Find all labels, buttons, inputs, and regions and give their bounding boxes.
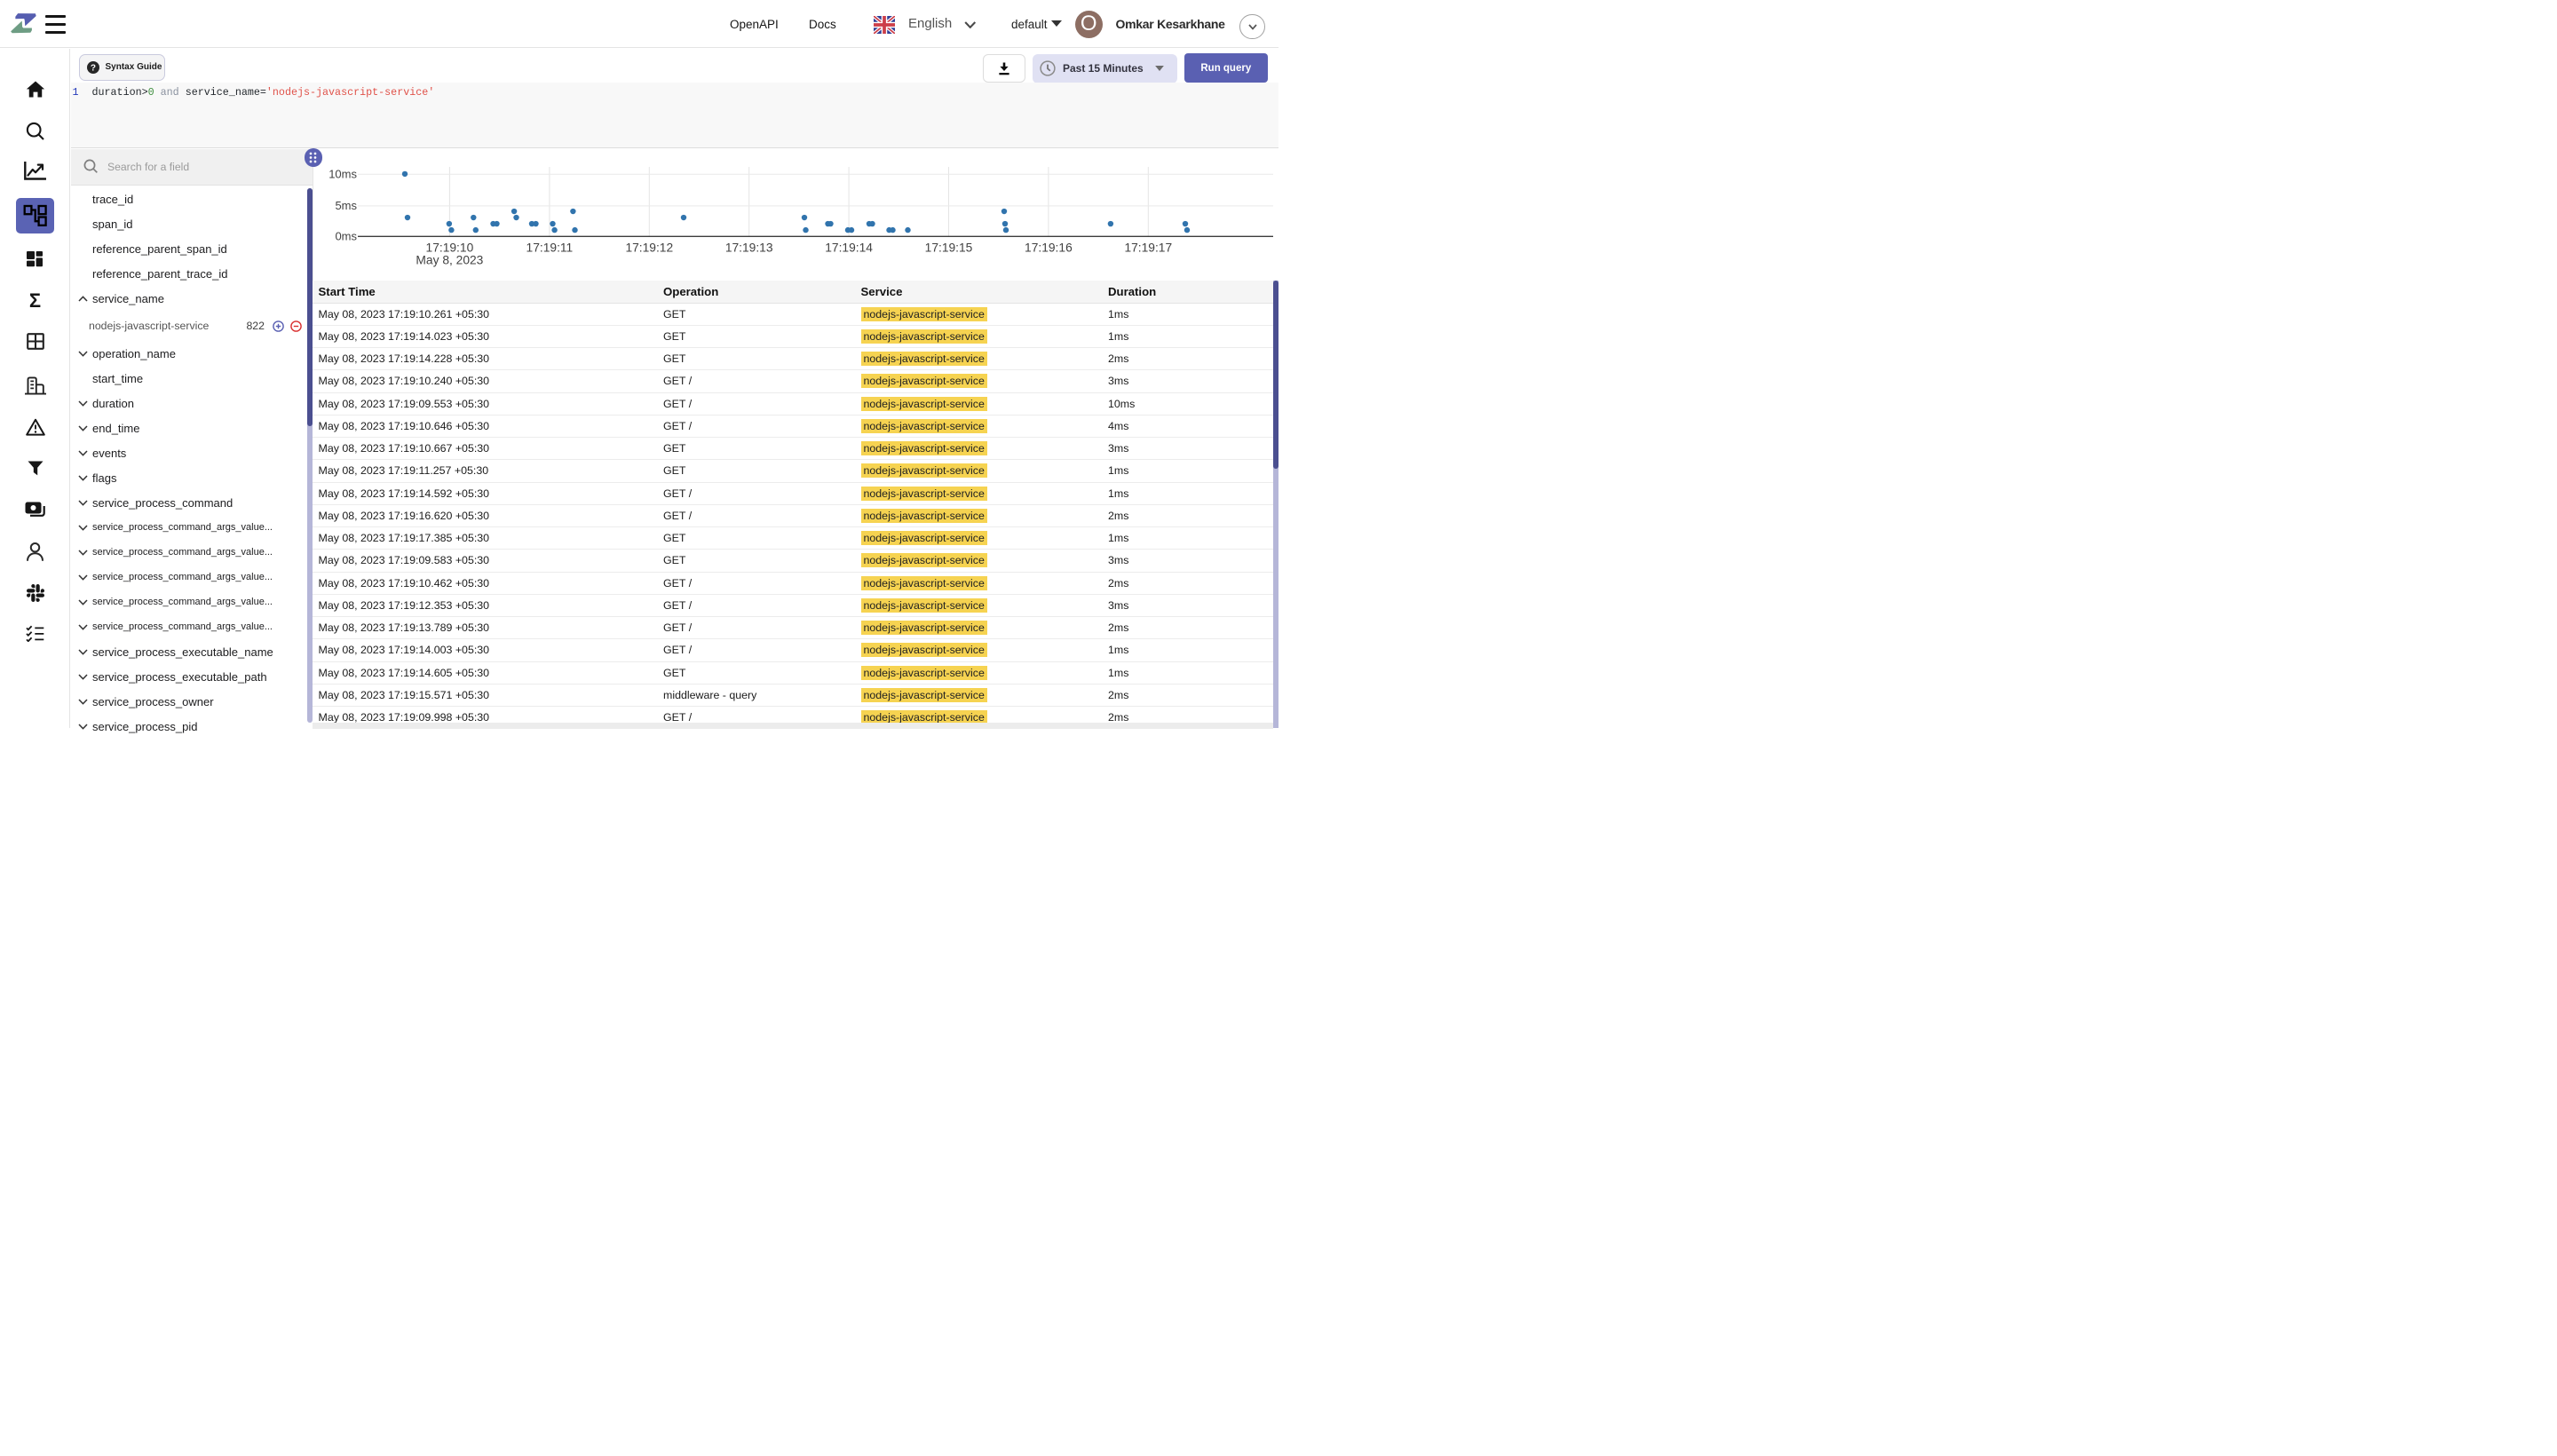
svg-text:10ms: 10ms bbox=[329, 168, 357, 181]
svg-text:17:19:10: 17:19:10 bbox=[426, 241, 474, 255]
svg-text:17:19:13: 17:19:13 bbox=[725, 241, 773, 255]
svg-text:17:19:16: 17:19:16 bbox=[1025, 241, 1073, 255]
svg-text:17:19:15: 17:19:15 bbox=[925, 241, 973, 255]
svg-text:17:19:11: 17:19:11 bbox=[526, 241, 574, 255]
svg-text:0ms: 0ms bbox=[335, 230, 357, 243]
svg-text:5ms: 5ms bbox=[335, 199, 357, 212]
svg-text:17:19:12: 17:19:12 bbox=[625, 241, 673, 255]
svg-text:17:19:17: 17:19:17 bbox=[1124, 241, 1172, 255]
svg-text:May 8, 2023: May 8, 2023 bbox=[416, 254, 483, 267]
svg-text:17:19:14: 17:19:14 bbox=[825, 241, 873, 255]
svg-text:?: ? bbox=[90, 63, 95, 73]
